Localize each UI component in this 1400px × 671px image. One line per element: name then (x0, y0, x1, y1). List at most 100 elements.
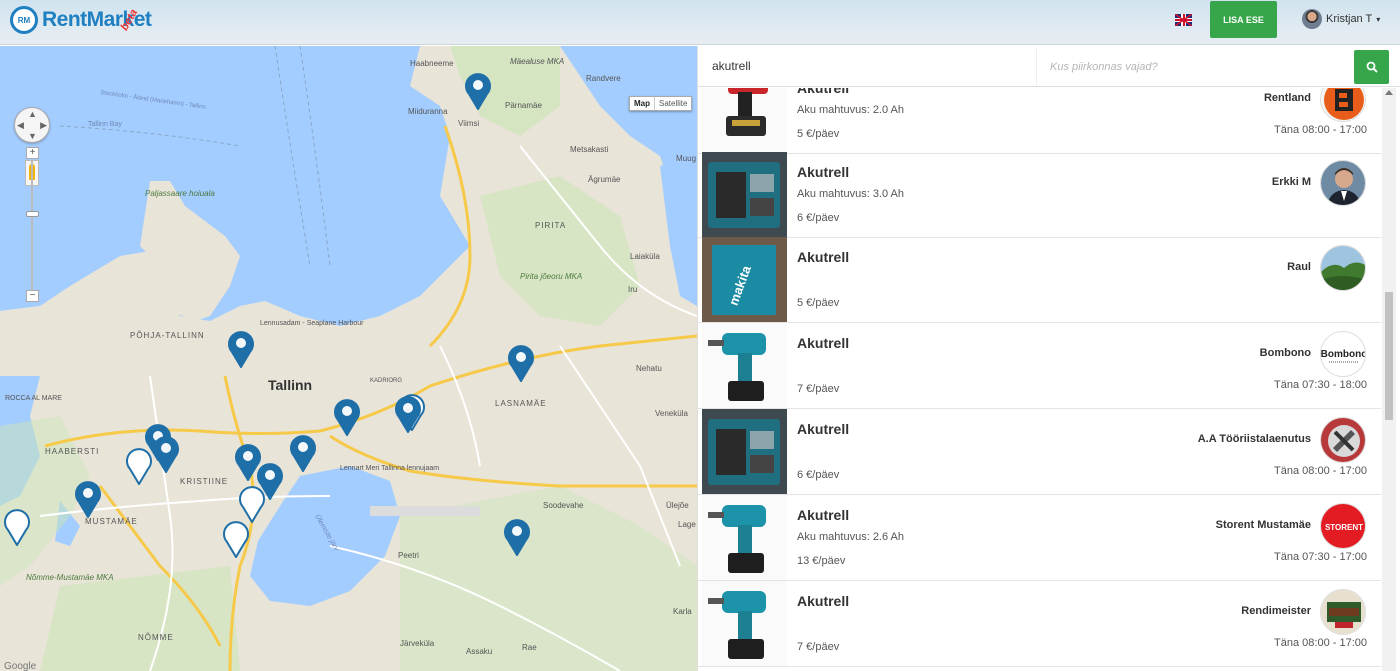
listing-thumbnail[interactable] (702, 409, 787, 494)
map-marker-icon[interactable] (227, 330, 255, 368)
listing-spec: Aku mahtuvus: 2.6 Ah (797, 531, 905, 543)
map-marker-icon[interactable] (74, 480, 102, 518)
zoom-in-button[interactable]: + (26, 147, 39, 159)
listing-title[interactable]: Akutrell (797, 507, 849, 523)
map-marker-icon[interactable] (238, 485, 266, 523)
map-label: Ülejõe (666, 501, 689, 510)
listing-title[interactable]: Akutrell (797, 88, 849, 96)
map-label: Karla (673, 607, 692, 616)
listing-title[interactable]: Akutrell (797, 593, 849, 609)
user-menu[interactable]: Kristjan T ▾ (1302, 9, 1380, 29)
listing-owner[interactable]: Erkki M (1272, 176, 1311, 188)
chevron-down-icon: ▼ (28, 131, 37, 141)
map-type-map[interactable]: Map (630, 97, 654, 110)
listing-owner[interactable]: Rendimeister (1241, 605, 1311, 617)
listing-owner[interactable]: Rentland (1264, 92, 1311, 104)
map-label: Mäealuse MKA (510, 57, 564, 66)
listing-title[interactable]: Akutrell (797, 335, 849, 351)
svg-text:Bombono: Bombono (1321, 349, 1366, 360)
map-label: LASNAMÄE (495, 399, 547, 408)
listing-thumbnail[interactable] (702, 323, 787, 408)
listing-row[interactable]: Akutrell Aku mahtuvus: 2.0 Ah 5 €/päev Rent… (698, 88, 1381, 154)
results-list: Akutrell Aku mahtuvus: 2.0 Ah 5 €/päev Rent… (698, 88, 1381, 671)
map-label: Pirita jõeoru MKA (520, 272, 582, 281)
map-view[interactable]: Haabneeme Mäealuse MKA Randvere Pärnamäe… (0, 46, 697, 671)
listing-row[interactable]: Akutrell 6 €/päev A.A Tööriistalaenutus Tän… (698, 409, 1381, 495)
sea-water (0, 46, 470, 326)
zoom-out-button[interactable]: − (26, 290, 39, 302)
owner-avatar[interactable] (1320, 160, 1366, 206)
listing-row[interactable]: Akutrell Aku mahtuvus: 2.6 Ah 13 €/päev Sto… (698, 495, 1381, 581)
listing-thumbnail[interactable]: makita (702, 237, 787, 322)
red-drill-icon (702, 88, 787, 153)
owner-avatar[interactable]: STORENT (1320, 503, 1366, 549)
listing-row[interactable]: Akutrell Aku mahtuvus: 3.0 Ah 6 €/päev Erkk… (698, 152, 1381, 238)
map-marker-icon[interactable] (152, 435, 180, 473)
rentland-logo-icon (1321, 88, 1365, 121)
scrollbar[interactable] (1382, 88, 1396, 671)
map-marker-icon[interactable] (464, 72, 492, 110)
listing-thumbnail[interactable] (702, 581, 787, 666)
owner-avatar[interactable] (1320, 417, 1366, 463)
map-type-satellite[interactable]: Satellite (654, 97, 691, 110)
map-label: Pärnamäe (505, 101, 542, 110)
listing-hours: Täna 08:00 - 17:00 (1274, 465, 1367, 477)
search-input[interactable] (712, 56, 1032, 76)
map-label: MUSTAMÄE (85, 517, 138, 526)
listing-title[interactable]: Akutrell (797, 249, 849, 265)
add-item-button[interactable]: LISA ESE (1210, 1, 1277, 38)
map-marker-icon[interactable] (507, 344, 535, 382)
map-label: Soodevahe (543, 501, 584, 510)
listing-title[interactable]: Akutrell (797, 421, 849, 437)
search-bar (698, 46, 1400, 87)
airport-runway (370, 506, 480, 516)
listing-owner[interactable]: Storent Mustamäe (1216, 519, 1311, 531)
owner-avatar[interactable]: Bombono (1320, 331, 1366, 377)
map-label: Rae (522, 643, 537, 652)
owner-avatar[interactable] (1320, 245, 1366, 291)
zoom-slider-thumb[interactable] (26, 211, 39, 217)
listing-price: 7 €/päev (797, 383, 840, 395)
map-label: Viimsi (458, 119, 479, 128)
map-label: Assaku (466, 647, 492, 656)
listing-title[interactable]: Akutrell (797, 164, 849, 180)
map-label: KRISTIINE (180, 477, 228, 486)
owner-avatar[interactable] (1320, 88, 1366, 122)
map-marker-icon[interactable] (333, 398, 361, 436)
listing-price: 6 €/päev (797, 212, 840, 224)
uk-flag-icon[interactable] (1175, 14, 1192, 26)
listing-thumbnail[interactable] (702, 152, 787, 237)
listing-thumbnail[interactable] (702, 495, 787, 580)
scrollbar-thumb[interactable] (1385, 292, 1393, 420)
listing-row[interactable]: makita Akutrell 5 €/päev Raul (698, 237, 1381, 323)
location-input[interactable] (1036, 49, 1349, 85)
search-button[interactable] (1354, 50, 1389, 84)
tools-logo-icon (1321, 418, 1365, 462)
listing-thumbnail[interactable] (702, 88, 787, 153)
listing-owner[interactable]: Raul (1287, 261, 1311, 273)
map-label: Lage (678, 520, 696, 529)
map-marker-icon[interactable] (394, 395, 422, 433)
map-label: KADRIORG (370, 378, 402, 384)
map-marker-icon[interactable] (3, 508, 31, 546)
map-marker-icon[interactable] (503, 518, 531, 556)
listing-row[interactable]: Akutrell 7 €/päev Bombono Täna 07:30 - 18:0… (698, 323, 1381, 409)
forest-icon (1321, 246, 1365, 290)
scroll-up-icon[interactable] (1385, 90, 1393, 95)
pan-control[interactable]: ▲ ▼ ◀ ▶ (14, 107, 50, 143)
listing-owner[interactable]: Bombono (1260, 347, 1311, 359)
owner-avatar[interactable] (1320, 589, 1366, 635)
map-marker-icon[interactable] (289, 434, 317, 472)
listing-hours: Täna 08:00 - 17:00 (1274, 637, 1367, 649)
listing-price: 5 €/päev (797, 297, 840, 309)
map-marker-icon[interactable] (125, 447, 153, 485)
listing-owner[interactable]: A.A Tööriistalaenutus (1198, 433, 1311, 445)
zoom-slider-track[interactable] (31, 160, 33, 292)
drill-case-icon (702, 409, 787, 494)
listing-row[interactable]: Akutrell 7 €/päev Rendimeister Täna 08:00 -… (698, 581, 1381, 667)
map-marker-icon[interactable] (222, 520, 250, 558)
storent-logo-icon: STORENT (1321, 504, 1365, 548)
bombono-logo-icon: Bombono (1321, 332, 1366, 376)
map-label: ROCCA AL MARE (5, 395, 62, 402)
listing-price: 7 €/päev (797, 641, 840, 653)
